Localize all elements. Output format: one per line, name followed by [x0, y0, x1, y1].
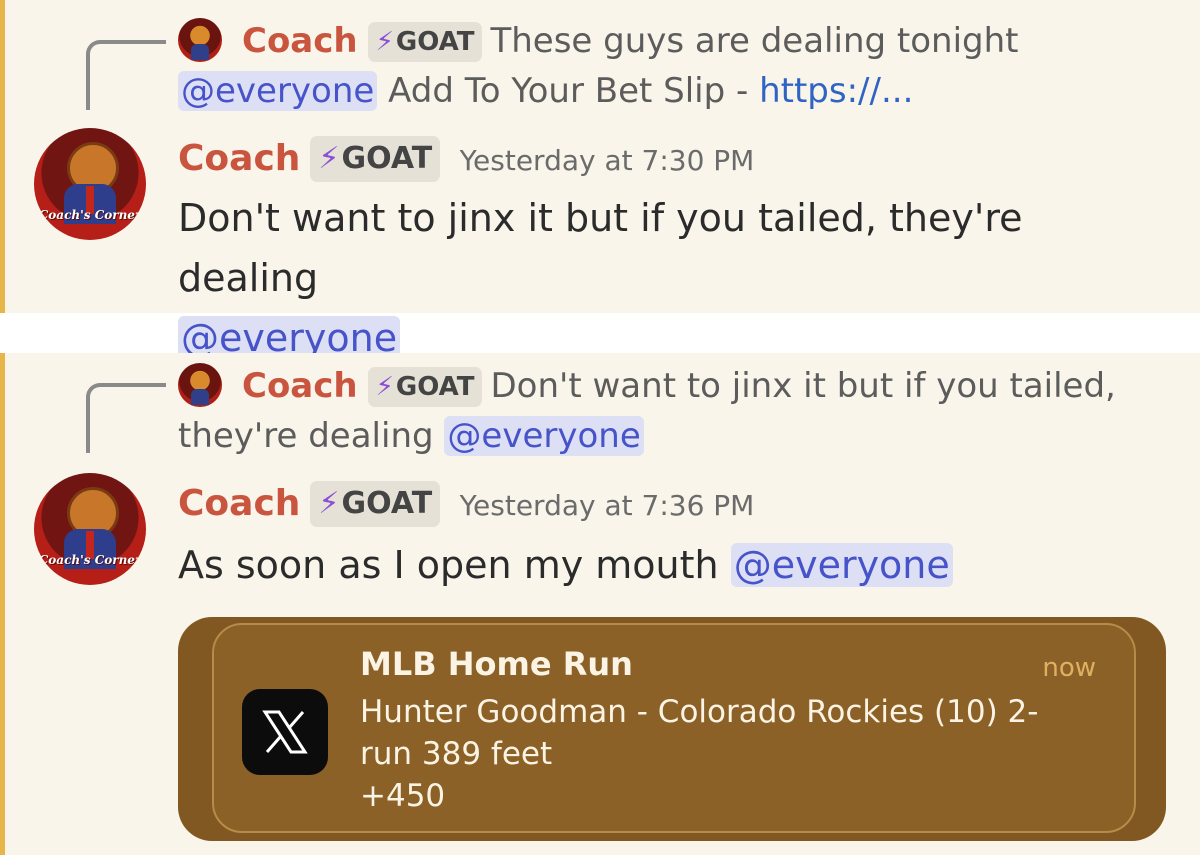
mention[interactable]: @everyone — [730, 543, 953, 587]
notification-line-2: +450 — [360, 778, 446, 814]
message-text: Don't want to jinx it but if you tailed,… — [178, 196, 1023, 300]
lightning-bolt-icon: ⚡ — [318, 141, 340, 176]
reply-mention[interactable]: @everyone — [444, 416, 644, 456]
notification-time: now — [1042, 653, 1096, 683]
lightning-bolt-icon: ⚡ — [318, 486, 340, 521]
notification-body: Hunter Goodman - Colorado Rockies (10) 2… — [360, 691, 1080, 817]
highlight-bar — [0, 0, 5, 313]
message-text: As soon as I open my mouth — [178, 543, 719, 587]
reply-mention[interactable]: @everyone — [178, 71, 378, 111]
role-badge: ⚡GOAT — [310, 481, 441, 527]
notification-line-1: Hunter Goodman - Colorado Rockies (10) 2… — [360, 694, 1039, 772]
reply-author[interactable]: Coach — [242, 366, 358, 406]
highlight-bar — [0, 353, 5, 855]
role-badge: ⚡GOAT — [310, 136, 441, 182]
reply-connector — [86, 40, 166, 110]
message-body: Don't want to jinx it but if you tailed,… — [178, 188, 1168, 368]
reply-preview[interactable]: Coach ⚡GOAT These guys are dealing tonight… — [178, 16, 1138, 116]
reply-link[interactable]: https://... — [759, 71, 913, 111]
message-header: Coach ⚡GOAT Yesterday at 7:30 PM — [178, 132, 754, 188]
avatar[interactable]: Coach's Corner — [34, 128, 146, 240]
reply-badge: ⚡GOAT — [367, 22, 483, 62]
reply-preview[interactable]: Coach ⚡GOAT Don't want to jinx it but if y… — [178, 361, 1138, 461]
avatar-text: Coach's Corner — [38, 208, 142, 222]
notification-image[interactable]: MLB Home Run now Hunter Goodman - Colora… — [178, 617, 1166, 841]
message-group-1: Coach ⚡GOAT These guys are dealing tonight… — [0, 0, 1200, 360]
lightning-bolt-icon: ⚡ — [375, 372, 394, 402]
notification-card: MLB Home Run now Hunter Goodman - Colora… — [212, 623, 1136, 833]
timestamp: Yesterday at 7:36 PM — [459, 489, 755, 522]
reply-badge: ⚡GOAT — [367, 367, 483, 407]
x-logo-icon — [242, 689, 328, 775]
author-name[interactable]: Coach — [178, 483, 300, 524]
message-header: Coach ⚡GOAT Yesterday at 7:36 PM — [178, 477, 754, 533]
author-name[interactable]: Coach — [178, 138, 300, 179]
reply-text-after: Add To Your Bet Slip - — [388, 71, 749, 111]
notification-title: MLB Home Run — [360, 645, 633, 683]
message-body: As soon as I open my mouth @everyone — [178, 535, 1168, 595]
reply-text: These guys are dealing tonight — [490, 21, 1019, 61]
timestamp: Yesterday at 7:30 PM — [459, 144, 755, 177]
message-group-2: Coach ⚡GOAT Don't want to jinx it but if y… — [0, 353, 1200, 855]
avatar-text: Coach's Corner — [38, 553, 142, 567]
reply-author[interactable]: Coach — [242, 21, 358, 61]
avatar[interactable]: Coach's Corner — [34, 473, 146, 585]
reply-connector — [86, 383, 166, 453]
lightning-bolt-icon: ⚡ — [375, 27, 394, 57]
